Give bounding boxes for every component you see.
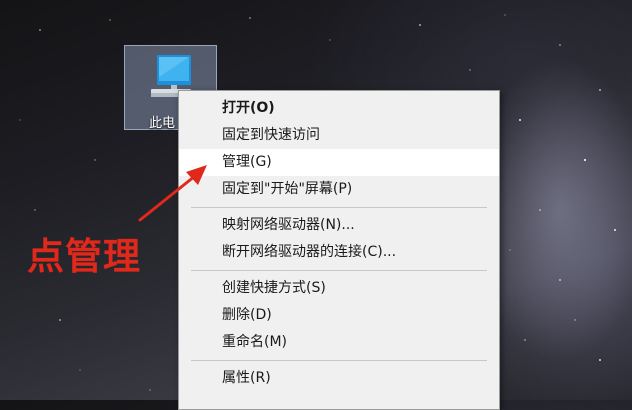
annotation-arrow [138, 165, 207, 222]
annotation-text: 点管理 [27, 235, 141, 278]
